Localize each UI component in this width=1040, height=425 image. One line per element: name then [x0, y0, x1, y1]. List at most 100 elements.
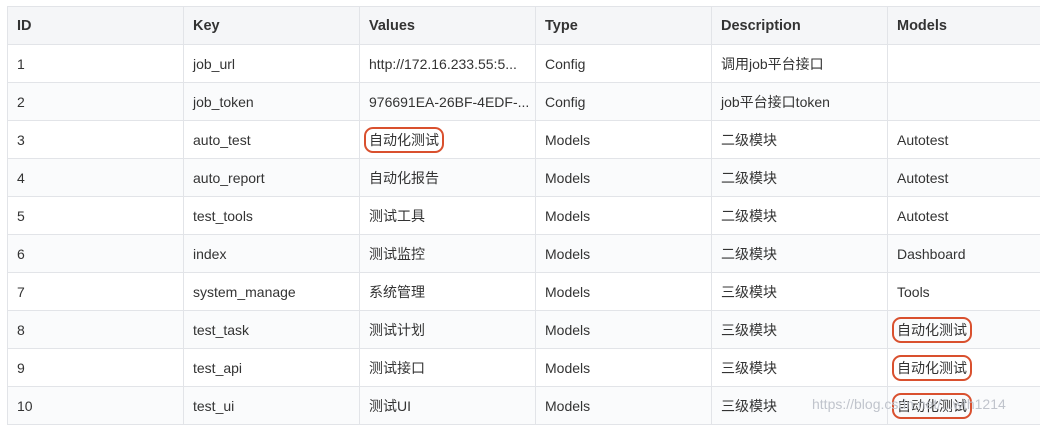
cell-models-text: Autotest: [897, 169, 949, 186]
table-row[interactable]: 2 job_token 976691EA-26BF-4EDF-... Config jo…: [7, 82, 1040, 121]
cell-type-text: Models: [545, 245, 591, 262]
cell-type-text: Models: [545, 283, 591, 300]
cell-value: 测试计划: [359, 310, 536, 349]
column-header-type[interactable]: Type: [535, 6, 712, 45]
column-header-description[interactable]: Description: [711, 6, 888, 45]
cell-id-text: 1: [17, 55, 25, 72]
cell-id: 7: [7, 272, 184, 311]
cell-description-text: job平台接口token: [721, 93, 830, 110]
cell-models-text: Autotest: [897, 207, 949, 224]
cell-key-text: auto_report: [193, 169, 265, 186]
cell-id: 10: [7, 386, 184, 425]
cell-id-text: 10: [17, 397, 33, 414]
cell-id: 4: [7, 158, 184, 197]
data-table: ID Key Values Type Description Models 1 j…: [7, 6, 1040, 425]
cell-id: 5: [7, 196, 184, 235]
cell-type-text: Models: [545, 131, 591, 148]
cell-value: 测试UI: [359, 386, 536, 425]
cell-type-text: Models: [545, 397, 591, 414]
cell-id: 6: [7, 234, 184, 273]
cell-description-text: 二级模块: [721, 131, 777, 148]
cell-models-text: 自动化测试: [892, 316, 972, 343]
cell-id-text: 8: [17, 321, 25, 338]
cell-type: Models: [535, 272, 712, 311]
cell-id-text: 9: [17, 359, 25, 376]
cell-id-text: 4: [17, 169, 25, 186]
cell-type: Models: [535, 120, 712, 159]
cell-type-text: Models: [545, 207, 591, 224]
cell-id-text: 3: [17, 131, 25, 148]
cell-description: 三级模块: [711, 386, 888, 425]
cell-models-text: Tools: [897, 283, 930, 300]
cell-description-text: 调用job平台接口: [721, 55, 824, 72]
table-row[interactable]: 6 index 测试监控 Models 二级模块 Dashboard: [7, 234, 1040, 273]
cell-description-text: 三级模块: [721, 283, 777, 300]
cell-value: 自动化报告: [359, 158, 536, 197]
cell-value: 自动化测试: [359, 120, 536, 159]
cell-type-text: Models: [545, 321, 591, 338]
cell-type: Models: [535, 348, 712, 387]
cell-value: 976691EA-26BF-4EDF-...: [359, 82, 536, 121]
cell-value: 测试工具: [359, 196, 536, 235]
cell-id: 2: [7, 82, 184, 121]
cell-value-text: 系统管理: [369, 283, 425, 300]
cell-description: 二级模块: [711, 234, 888, 273]
cell-models: 自动化测试: [887, 386, 1040, 425]
cell-id: 1: [7, 44, 184, 83]
cell-models: Autotest: [887, 120, 1040, 159]
cell-key: job_url: [183, 44, 360, 83]
cell-models-text: Dashboard: [897, 245, 966, 262]
cell-models: Tools: [887, 272, 1040, 311]
cell-id: 3: [7, 120, 184, 159]
cell-description: 三级模块: [711, 310, 888, 349]
cell-type-text: Models: [545, 169, 591, 186]
column-header-values[interactable]: Values: [359, 6, 536, 45]
cell-type: Models: [535, 310, 712, 349]
column-header-models[interactable]: Models: [887, 6, 1040, 45]
cell-value-text: http://172.16.233.55:5...: [369, 55, 517, 72]
cell-description-text: 三级模块: [721, 397, 777, 414]
cell-models: 自动化测试: [887, 310, 1040, 349]
cell-value: 测试监控: [359, 234, 536, 273]
cell-key: test_api: [183, 348, 360, 387]
cell-models: Autotest: [887, 158, 1040, 197]
cell-models: Dashboard: [887, 234, 1040, 273]
cell-key: index: [183, 234, 360, 273]
column-header-id[interactable]: ID: [7, 6, 184, 45]
cell-id-text: 2: [17, 93, 25, 110]
cell-key-text: test_api: [193, 359, 243, 376]
table-row[interactable]: 4 auto_report 自动化报告 Models 二级模块 Autotest: [7, 158, 1040, 197]
cell-value: http://172.16.233.55:5...: [359, 44, 536, 83]
cell-type: Models: [535, 234, 712, 273]
table-row[interactable]: 1 job_url http://172.16.233.55:5... Config 调…: [7, 44, 1040, 83]
table-row[interactable]: 9 test_api 测试接口 Models 三级模块 自动化测试: [7, 348, 1040, 387]
cell-id: 9: [7, 348, 184, 387]
cell-key: test_ui: [183, 386, 360, 425]
cell-description: 二级模块: [711, 196, 888, 235]
cell-id-text: 6: [17, 245, 25, 262]
column-header-key[interactable]: Key: [183, 6, 360, 45]
cell-type-text: Config: [545, 55, 586, 72]
cell-description-text: 三级模块: [721, 321, 777, 338]
cell-key-text: index: [193, 245, 227, 262]
cell-value-text: 测试计划: [369, 321, 425, 338]
cell-key: auto_report: [183, 158, 360, 197]
cell-value-text: 测试监控: [369, 245, 425, 262]
cell-description: 三级模块: [711, 348, 888, 387]
cell-value-text: 自动化报告: [369, 169, 439, 186]
cell-description: job平台接口token: [711, 82, 888, 121]
table-row[interactable]: 8 test_task 测试计划 Models 三级模块 自动化测试: [7, 310, 1040, 349]
cell-models: Autotest: [887, 196, 1040, 235]
cell-models-text: Autotest: [897, 131, 949, 148]
cell-key-text: test_ui: [193, 397, 235, 414]
cell-key-text: job_url: [193, 55, 236, 72]
table-row[interactable]: 7 system_manage 系统管理 Models 三级模块 Tools: [7, 272, 1040, 311]
cell-value-text: 976691EA-26BF-4EDF-...: [369, 93, 530, 110]
table-row[interactable]: 5 test_tools 测试工具 Models 二级模块 Autotest: [7, 196, 1040, 235]
table-row[interactable]: 3 auto_test 自动化测试 Models 二级模块 Autotest: [7, 120, 1040, 159]
table-row[interactable]: 10 test_ui 测试UI Models 三级模块 自动化测试: [7, 386, 1040, 425]
cell-description: 二级模块: [711, 120, 888, 159]
cell-key: job_token: [183, 82, 360, 121]
cell-models: [887, 44, 1040, 83]
cell-key-text: test_tools: [193, 207, 253, 224]
